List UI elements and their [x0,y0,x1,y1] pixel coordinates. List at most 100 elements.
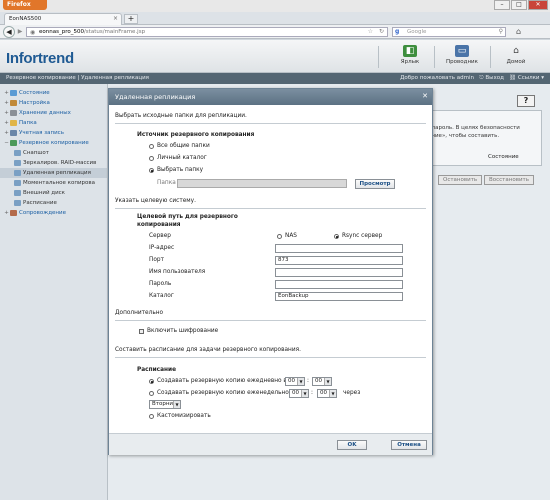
new-tab-button[interactable]: + [124,14,138,24]
cancel-button[interactable]: Отмена [391,440,427,450]
sidebar: + Состояние + Настройка + Хранение данных +… [0,84,108,500]
encryption-checkbox[interactable] [139,329,144,334]
snapshot-icon [14,149,21,156]
replication-icon [14,169,21,176]
logout-icon[interactable]: ⎋ [479,75,483,81]
background-text-line: , пароль. В целях безопасности [428,125,520,131]
browser-titlebar: Firefox – □ ✕ [0,0,550,12]
sidebar-item-settings[interactable]: + Настройка [0,98,107,108]
close-window-button[interactable]: ✕ [528,0,548,10]
google-icon: g [395,28,400,35]
help-button[interactable]: ? [517,95,535,107]
browse-button[interactable]: Просмотр [355,179,395,189]
schedule-title: Расписание [137,367,177,373]
radio-select-folder-label: Выбрать папку [157,167,204,173]
radio-daily[interactable] [149,379,154,384]
expand-icon[interactable]: + [3,118,10,128]
sidebar-item-maintenance[interactable]: + Сопровождение [0,208,107,218]
close-tab-icon[interactable]: × [113,15,118,22]
daily-hour-select[interactable]: 00 ▼ [285,377,305,386]
status-icon [10,89,17,96]
ip-input[interactable] [275,244,403,253]
expand-icon[interactable]: + [3,208,10,218]
sidebar-item-snapshot[interactable]: Снапшот [0,148,107,158]
search-icon[interactable]: ⚲ [499,28,503,35]
sidebar-item-external-disk[interactable]: Внешний диск [0,188,107,198]
sidebar-item-instant-copy[interactable]: Моментальное копирова [0,178,107,188]
restore-button[interactable]: Восстановить [484,175,534,185]
home-button[interactable]: ⌂ Домой [500,45,532,65]
storage-icon [10,109,17,116]
sidebar-item-backup[interactable]: − Резервное копирование [0,138,107,148]
chevron-down-icon: ▼ [329,390,336,397]
instant-copy-icon [14,179,21,186]
ok-button[interactable]: OK [337,440,367,450]
shortcut-button[interactable]: ◧ Ярлык [392,45,428,65]
links-icon[interactable]: ⛓ [509,75,516,81]
encryption-label: Включить шифрование [147,328,219,334]
radio-nas-label: NAS [285,233,297,239]
radio-weekly[interactable] [149,391,154,396]
port-input[interactable]: 873 [275,256,403,265]
sidebar-item-remote-replication[interactable]: Удаленная репликация [0,168,107,178]
daily-minute-select[interactable]: 00 ▼ [312,377,332,386]
section-schedule-header: Составить расписание для задачи резервно… [115,347,301,353]
minimize-button[interactable]: – [494,0,510,10]
firefox-menu-button[interactable]: Firefox [3,0,47,10]
explorer-button[interactable]: ▭ Проводник [442,45,482,65]
sidebar-item-folder[interactable]: + Папка [0,118,107,128]
close-icon[interactable]: ✕ [422,92,428,100]
stop-button[interactable]: Остановить [438,175,483,185]
sidebar-item-label: Учетная запись [19,130,64,136]
forward-button[interactable]: ▶ [16,28,24,36]
sidebar-item-label: Резервное копирование [19,140,89,146]
radio-select-folder[interactable] [149,168,154,173]
expand-icon[interactable]: + [3,128,10,138]
chevron-down-icon: ▼ [297,378,304,385]
app-header: Infortrend ◧ Ярлык ▭ Проводник ⌂ Домой [0,40,550,73]
sidebar-item-status[interactable]: + Состояние [0,88,107,98]
radio-all-folders[interactable] [149,144,154,149]
radio-rsync-server[interactable] [334,234,339,239]
chevron-down-icon[interactable]: ▾ [539,75,544,81]
password-label: Пароль [149,281,172,287]
breadcrumb: Резервное копирование | Удаленная реплик… [6,75,149,81]
dialog-footer: OK Отмена [109,433,432,455]
maximize-button[interactable]: □ [511,0,527,10]
weekly-suffix: через [343,390,361,396]
expand-icon[interactable]: + [3,108,10,118]
catalog-input[interactable]: EonBackup [275,292,403,301]
browser-home-icon[interactable]: ⌂ [516,27,521,36]
back-button[interactable]: ◀ [3,26,15,38]
sidebar-item-raid-mirror[interactable]: Зеркалиров. RAID-массив [0,158,107,168]
sidebar-item-storage[interactable]: + Хранение данных [0,108,107,118]
username-input[interactable] [275,268,403,277]
browser-tab[interactable]: EonNAS500 × [4,13,122,25]
reload-icon[interactable]: ↻ [379,28,384,35]
radio-personal-folder[interactable] [149,156,154,161]
url-bar[interactable]: ◉ eonnas_pro_500/status/mainFrame.jsp ☆ … [26,27,388,37]
folder-input[interactable] [177,179,347,188]
weekday-select[interactable]: Вторник ▼ [149,400,181,409]
collapse-icon[interactable]: − [3,138,10,148]
expand-icon[interactable]: + [3,88,10,98]
sidebar-item-account[interactable]: + Учетная запись [0,128,107,138]
password-input[interactable] [275,280,403,289]
radio-custom[interactable] [149,414,154,419]
breadcrumb-bar: Резервное копирование | Удаленная реплик… [0,73,550,84]
source-title: Источник резервного копирования [137,132,255,138]
bookmark-star-icon[interactable]: ☆ [368,28,373,35]
raid-icon [14,159,21,166]
logout-link[interactable]: Выход [485,75,504,81]
search-placeholder: Google [407,29,427,35]
chevron-down-icon: ▼ [324,378,331,385]
sidebar-item-label: Удаленная репликация [23,170,91,176]
weekly-hour-select[interactable]: 00 ▼ [289,389,309,398]
weekly-minute-select[interactable]: 00 ▼ [317,389,337,398]
time-colon: : [307,378,309,384]
expand-icon[interactable]: + [3,98,10,108]
links-menu[interactable]: Ссылки [518,75,540,81]
radio-nas[interactable] [277,234,282,239]
search-bar[interactable]: g Google ⚲ [392,27,506,37]
sidebar-item-schedule[interactable]: Расписание [0,198,107,208]
